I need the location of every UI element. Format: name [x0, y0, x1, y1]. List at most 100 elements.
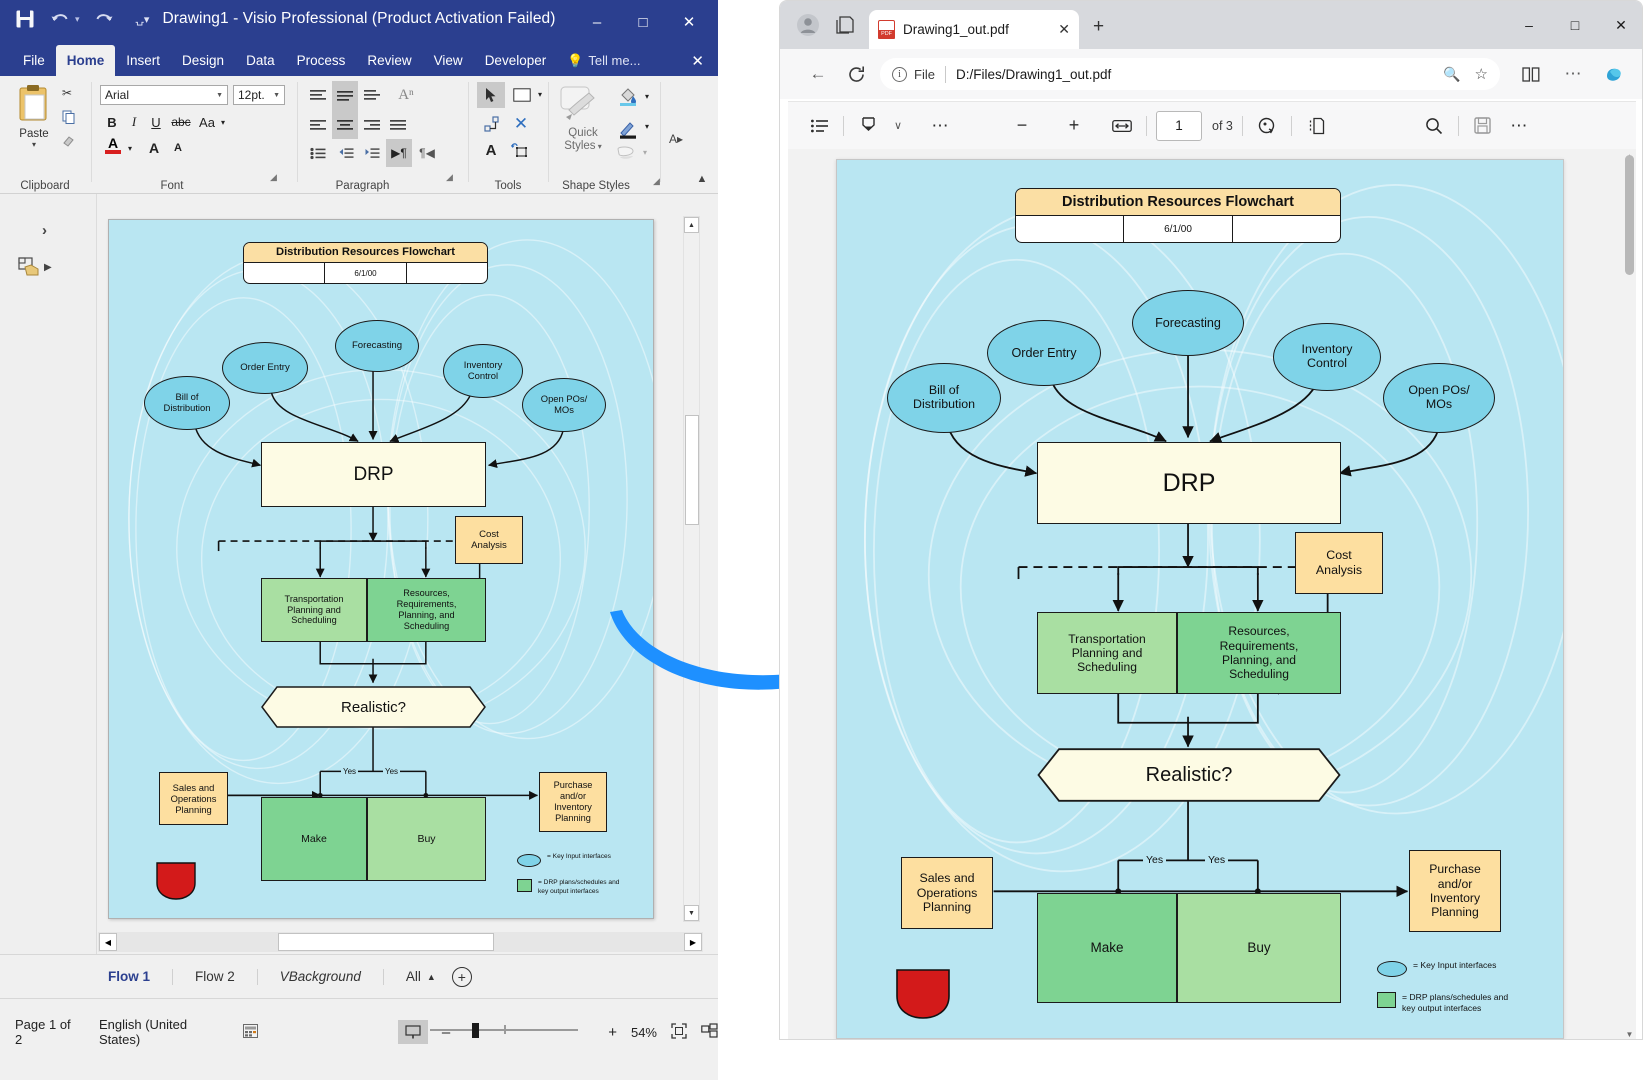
box-resources-requirements[interactable]: Resources, Requirements, Planning, and S… — [1177, 612, 1341, 694]
add-page-icon[interactable]: + — [452, 967, 472, 987]
shapes-expand-arrow[interactable]: ▶ — [44, 262, 52, 273]
connector-tool-icon[interactable] — [479, 112, 505, 136]
visio-drawing-page[interactable]: Distribution Resources Flowchart 6/1/00 — [108, 219, 654, 919]
justify-icon[interactable] — [386, 114, 410, 136]
macro-recorder-icon[interactable] — [243, 1024, 258, 1041]
shapes-panel-collapsed[interactable]: › ▶ — [0, 194, 97, 954]
maximize-button[interactable]: □ — [1552, 1, 1598, 49]
ribbon-close-button[interactable]: ✕ — [691, 52, 704, 70]
font-color-dropdown-icon[interactable]: ▾ — [125, 140, 135, 156]
dialog-launcher-icon[interactable]: ◢ — [653, 176, 660, 187]
url-text[interactable]: D:/Files/Drawing1_out.pdf — [956, 67, 1111, 82]
left-to-right-icon[interactable]: ▶¶ — [386, 139, 412, 167]
pdf-vertical-scrollbar[interactable]: ▲ ▼ — [1623, 149, 1636, 1040]
bullets-icon[interactable] — [306, 142, 330, 164]
star-favorite-icon[interactable]: ☆ — [1475, 65, 1488, 83]
presentation-mode-icon[interactable] — [398, 1020, 428, 1044]
scroll-thumb[interactable] — [685, 415, 699, 525]
zoom-out-icon[interactable]: 🔍 — [1443, 66, 1460, 83]
paste-dropdown-icon[interactable]: ▾ — [32, 140, 36, 149]
fit-to-page-icon[interactable] — [1107, 111, 1137, 141]
scroll-down-arrow[interactable]: ▼ — [684, 905, 699, 921]
fill-dropdown-icon[interactable]: ▾ — [642, 88, 652, 104]
site-info-icon[interactable]: i — [892, 67, 907, 82]
page-tabs-caret-icon[interactable]: ▲ — [427, 972, 436, 982]
browser-tab[interactable]: Drawing1_out.pdf ✕ — [869, 10, 1079, 49]
box-resources-requirements[interactable]: Resources, Requirements, Planning, and S… — [367, 578, 486, 642]
rotate-icon[interactable] — [1252, 111, 1282, 141]
bold-button[interactable]: B — [102, 112, 122, 132]
box-transportation-planning[interactable]: Transportation Planning and Scheduling — [1037, 612, 1177, 694]
decision-realistic[interactable]: Realistic? — [261, 686, 486, 728]
zoom-slider[interactable] — [430, 1023, 578, 1037]
align-top-icon[interactable] — [306, 84, 330, 106]
page-number-input[interactable]: 1 — [1156, 111, 1202, 141]
box-transportation-planning[interactable]: Transportation Planning and Scheduling — [261, 578, 367, 642]
zoom-slider-handle[interactable] — [472, 1023, 479, 1038]
highlight-dropdown-icon[interactable]: ∨ — [883, 111, 913, 141]
box-buy[interactable]: Buy — [367, 797, 486, 881]
save-icon[interactable] — [1468, 111, 1498, 141]
align-center-icon[interactable] — [332, 111, 358, 139]
pointer-tool-icon[interactable] — [477, 82, 505, 108]
window-controls[interactable]: – □ ✕ — [574, 5, 712, 39]
ellipse-forecasting[interactable]: Forecasting — [1132, 290, 1244, 356]
maximize-button[interactable]: □ — [620, 5, 666, 39]
italic-button[interactable]: I — [124, 112, 144, 132]
rectangle-tool-icon[interactable] — [509, 82, 535, 108]
ribbon-tab-developer[interactable]: Developer — [474, 45, 558, 76]
line-color-icon[interactable] — [615, 116, 641, 142]
scissors-icon[interactable]: ✂ — [62, 86, 72, 100]
profile-avatar-icon[interactable] — [796, 13, 820, 37]
box-make[interactable]: Make — [261, 797, 367, 881]
font-family-select[interactable]: Arial ▼ — [100, 85, 228, 105]
more-options-icon[interactable]: ⋯ — [1504, 111, 1534, 141]
box-make[interactable]: Make — [1037, 893, 1177, 1003]
box-cost-analysis[interactable]: Cost Analysis — [455, 516, 523, 564]
page-tab-all[interactable]: All — [384, 969, 427, 984]
status-language[interactable]: English (United States) — [99, 1017, 223, 1047]
address-bar[interactable]: i File D:/Files/Drawing1_out.pdf 🔍 ☆ — [880, 58, 1500, 90]
collapse-ribbon-icon[interactable]: ▲ — [692, 170, 712, 188]
scroll-down-arrow[interactable]: ▼ — [1624, 1028, 1635, 1040]
paste-button[interactable]: Paste ▾ — [8, 84, 60, 149]
new-tab-button[interactable]: + — [1093, 16, 1104, 38]
ellipse-forecasting[interactable]: Forecasting — [335, 320, 419, 372]
canvas-horizontal-scrollbar[interactable]: ◀ ▶ — [98, 932, 703, 952]
red-shield-shape[interactable] — [155, 861, 197, 901]
ellipse-order-entry[interactable]: Order Entry — [987, 320, 1101, 386]
ribbon-tab-view[interactable]: View — [423, 45, 474, 76]
ribbon-tab-home[interactable]: Home — [56, 45, 116, 76]
copy-icon[interactable] — [62, 110, 76, 124]
page-tab-flow-2[interactable]: Flow 2 — [173, 969, 257, 984]
underline-button[interactable]: U — [146, 112, 166, 132]
text-tool-icon[interactable]: A — [479, 138, 503, 162]
ribbon-tab-design[interactable]: Design — [171, 45, 235, 76]
ellipse-bill-of-distribution[interactable]: Bill of Distribution — [144, 376, 230, 430]
search-icon[interactable] — [1419, 111, 1449, 141]
line-dropdown-icon[interactable]: ▾ — [642, 118, 652, 134]
fit-page-icon[interactable] — [671, 1023, 687, 1042]
delete-icon[interactable]: ✕ — [509, 112, 533, 136]
ellipse-open-pos-mos[interactable]: Open POs/ MOs — [1383, 363, 1495, 433]
ellipse-open-pos-mos[interactable]: Open POs/ MOs — [522, 378, 606, 432]
align-middle-icon[interactable] — [332, 81, 358, 111]
ellipse-order-entry[interactable]: Order Entry — [222, 342, 308, 394]
text-direction-icon[interactable]: Aⁿ — [394, 83, 418, 107]
decrease-indent-icon[interactable] — [334, 142, 358, 164]
ribbon-tab-review[interactable]: Review — [356, 45, 422, 76]
right-to-left-icon[interactable]: ¶◀ — [414, 142, 440, 164]
browser-essentials-icon[interactable] — [834, 14, 856, 36]
scroll-right-arrow[interactable]: ▶ — [684, 933, 702, 951]
browser-window-controls[interactable]: – □ ✕ — [1506, 1, 1643, 49]
copilot-icon[interactable] — [1600, 60, 1628, 88]
table-of-contents-icon[interactable] — [804, 111, 834, 141]
align-left-icon[interactable] — [306, 114, 330, 136]
effects-dropdown-icon[interactable]: ▾ — [640, 144, 650, 160]
refresh-icon[interactable] — [842, 60, 870, 88]
shrink-font-button[interactable]: A — [168, 136, 188, 160]
ribbon-tab-process[interactable]: Process — [286, 45, 357, 76]
zoom-in-button[interactable]: + — [608, 1024, 617, 1041]
font-color-button[interactable]: A — [102, 136, 124, 160]
split-screen-icon[interactable] — [1517, 60, 1545, 88]
